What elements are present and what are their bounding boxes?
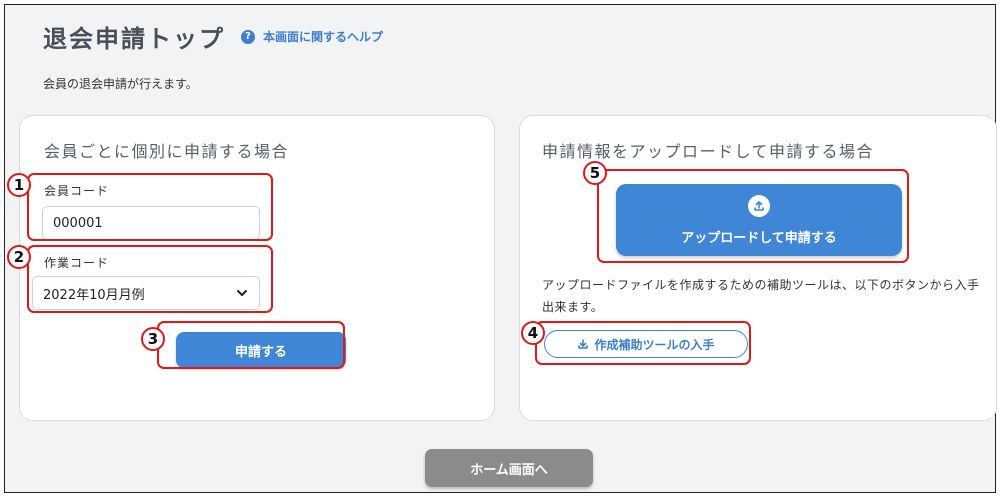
work-code-label: 作業コード [44, 256, 110, 270]
marker-3: 3 [141, 327, 165, 351]
chevron-down-icon [237, 290, 247, 296]
tool-description: アップロードファイルを作成するための補助ツールは、以下のボタンから入手出来ます。 [542, 278, 980, 314]
marker-2: 2 [7, 245, 31, 269]
individual-card-title: 会員ごとに個別に申請する場合 [44, 142, 290, 161]
marker-4: 4 [521, 321, 545, 345]
member-code-input[interactable] [42, 206, 260, 240]
page-title: 退会申請トップ [43, 25, 225, 53]
download-icon [578, 339, 589, 349]
marker-5: 5 [583, 161, 607, 185]
help-link-label: 本画面に関するヘルプ [263, 30, 384, 44]
upload-card-title: 申請情報をアップロードして申請する場合 [542, 142, 875, 161]
upload-icon [748, 194, 770, 217]
submit-button[interactable]: 申請する [176, 332, 346, 368]
individual-application-card: 会員ごとに個別に申請する場合 会員コード 作業コード 2022年10月月例 申請… [19, 115, 495, 421]
upload-submit-button[interactable]: アップロードして申請する [616, 184, 902, 256]
app-frame: 退会申請トップ ? 本画面に関するヘルプ 会員の退会申請が行えます。 会員ごとに… [4, 4, 997, 493]
work-code-selected-value: 2022年10月月例 [43, 287, 145, 303]
page-description: 会員の退会申請が行えます。 [43, 77, 198, 91]
member-code-label: 会員コード [44, 184, 110, 198]
get-tool-label: 作成補助ツールの入手 [594, 337, 715, 352]
home-button[interactable]: ホーム画面へ [425, 449, 593, 487]
get-tool-button[interactable]: 作成補助ツールの入手 [544, 330, 748, 358]
work-code-select[interactable]: 2022年10月月例 [32, 276, 260, 310]
question-circle-icon: ? [241, 29, 255, 44]
marker-1: 1 [7, 173, 31, 197]
help-link[interactable]: ? 本画面に関するヘルプ [241, 28, 383, 45]
upload-submit-label: アップロードして申請する [681, 230, 837, 246]
